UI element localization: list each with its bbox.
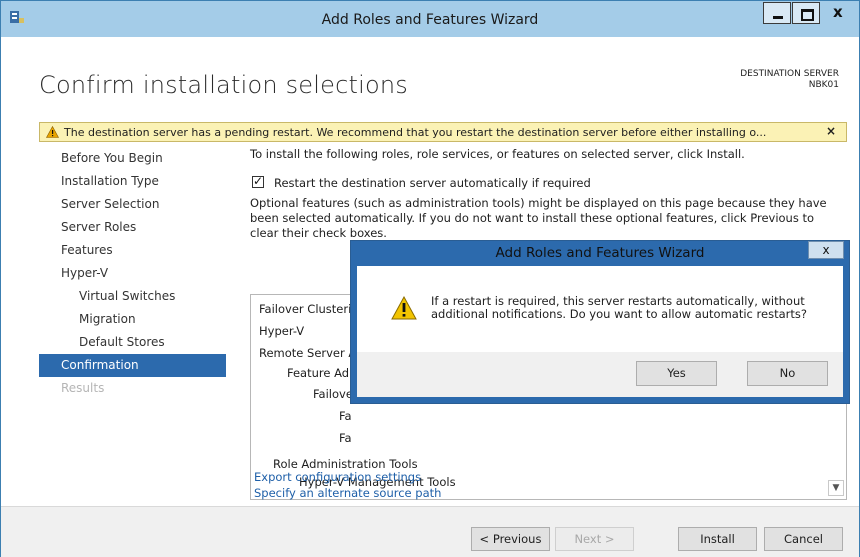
- warning-icon: [391, 296, 417, 320]
- previous-button[interactable]: < Previous: [471, 527, 550, 551]
- wizard-footer: < Previous Next > Install Cancel: [1, 506, 859, 557]
- destination-server: DESTINATION SERVER NBK01: [740, 69, 839, 91]
- warning-text: The destination server has a pending res…: [64, 126, 767, 139]
- warning-icon: [46, 126, 59, 138]
- nav-item-results: Results: [61, 381, 105, 395]
- title-bar: Add Roles and Features Wizard x: [1, 1, 859, 37]
- list-item: Failove: [313, 387, 353, 401]
- dialog-title: Add Roles and Features Wizard: [495, 245, 705, 261]
- list-item: Fa: [339, 409, 352, 423]
- links-area: Export configuration settings Specify an…: [254, 469, 441, 501]
- nav-item-confirmation[interactable]: Confirmation: [39, 354, 226, 377]
- close-icon: x: [833, 3, 843, 21]
- dialog-message: If a restart is required, this server re…: [431, 294, 807, 321]
- warning-close-button[interactable]: ×: [826, 124, 836, 138]
- nav-item-server-selection[interactable]: Server Selection: [39, 193, 226, 216]
- export-configuration-link[interactable]: Export configuration settings: [254, 469, 441, 485]
- alternate-source-link[interactable]: Specify an alternate source path: [254, 485, 441, 501]
- next-button: Next >: [555, 527, 634, 551]
- window-title: Add Roles and Features Wizard: [321, 12, 539, 28]
- restart-checkbox-label[interactable]: Restart the destination server automatic…: [274, 176, 591, 190]
- restart-checkbox[interactable]: [252, 174, 264, 188]
- nav-item-before-you-begin[interactable]: Before You Begin: [39, 147, 226, 170]
- nav-item-server-roles[interactable]: Server Roles: [39, 216, 226, 239]
- list-item: Remote Server A: [259, 346, 357, 360]
- restart-confirm-dialog: Add Roles and Features Wizard x If a res…: [350, 240, 850, 404]
- nav-item-virtual-switches[interactable]: Virtual Switches: [39, 285, 226, 308]
- nav-item-installation-type[interactable]: Installation Type: [39, 170, 226, 193]
- list-item: Fa: [339, 431, 352, 445]
- dialog-body: If a restart is required, this server re…: [357, 266, 843, 352]
- dialog-footer: Yes No: [357, 352, 843, 397]
- restart-warning-bar: The destination server has a pending res…: [39, 122, 847, 142]
- scroll-down-icon[interactable]: ▼: [828, 480, 844, 496]
- instruction-text: To install the following roles, role ser…: [250, 147, 745, 161]
- wizard-nav: Before You Begin Installation Type Serve…: [39, 147, 226, 400]
- minimize-button[interactable]: [763, 2, 791, 24]
- install-button[interactable]: Install: [678, 527, 757, 551]
- yes-button[interactable]: Yes: [636, 361, 717, 386]
- nav-item-default-stores[interactable]: Default Stores: [39, 331, 226, 354]
- nav-item-migration[interactable]: Migration: [39, 308, 226, 331]
- cancel-button[interactable]: Cancel: [764, 527, 843, 551]
- close-button[interactable]: x: [821, 2, 857, 24]
- list-item: Failover Clusteri: [259, 302, 352, 316]
- no-button[interactable]: No: [747, 361, 828, 386]
- list-item: Hyper-V: [259, 324, 305, 338]
- maximize-button[interactable]: [792, 2, 820, 24]
- page-title: Confirm installation selections: [39, 71, 408, 99]
- dialog-close-button[interactable]: x: [808, 241, 844, 259]
- destination-label: DESTINATION SERVER: [740, 69, 839, 79]
- list-item: Feature Adr: [287, 366, 354, 380]
- nav-item-features[interactable]: Features: [39, 239, 226, 262]
- nav-item-hyper-v[interactable]: Hyper-V: [39, 262, 226, 285]
- destination-server-name: NBK01: [808, 80, 839, 90]
- optional-features-text: Optional features (such as administratio…: [250, 196, 827, 240]
